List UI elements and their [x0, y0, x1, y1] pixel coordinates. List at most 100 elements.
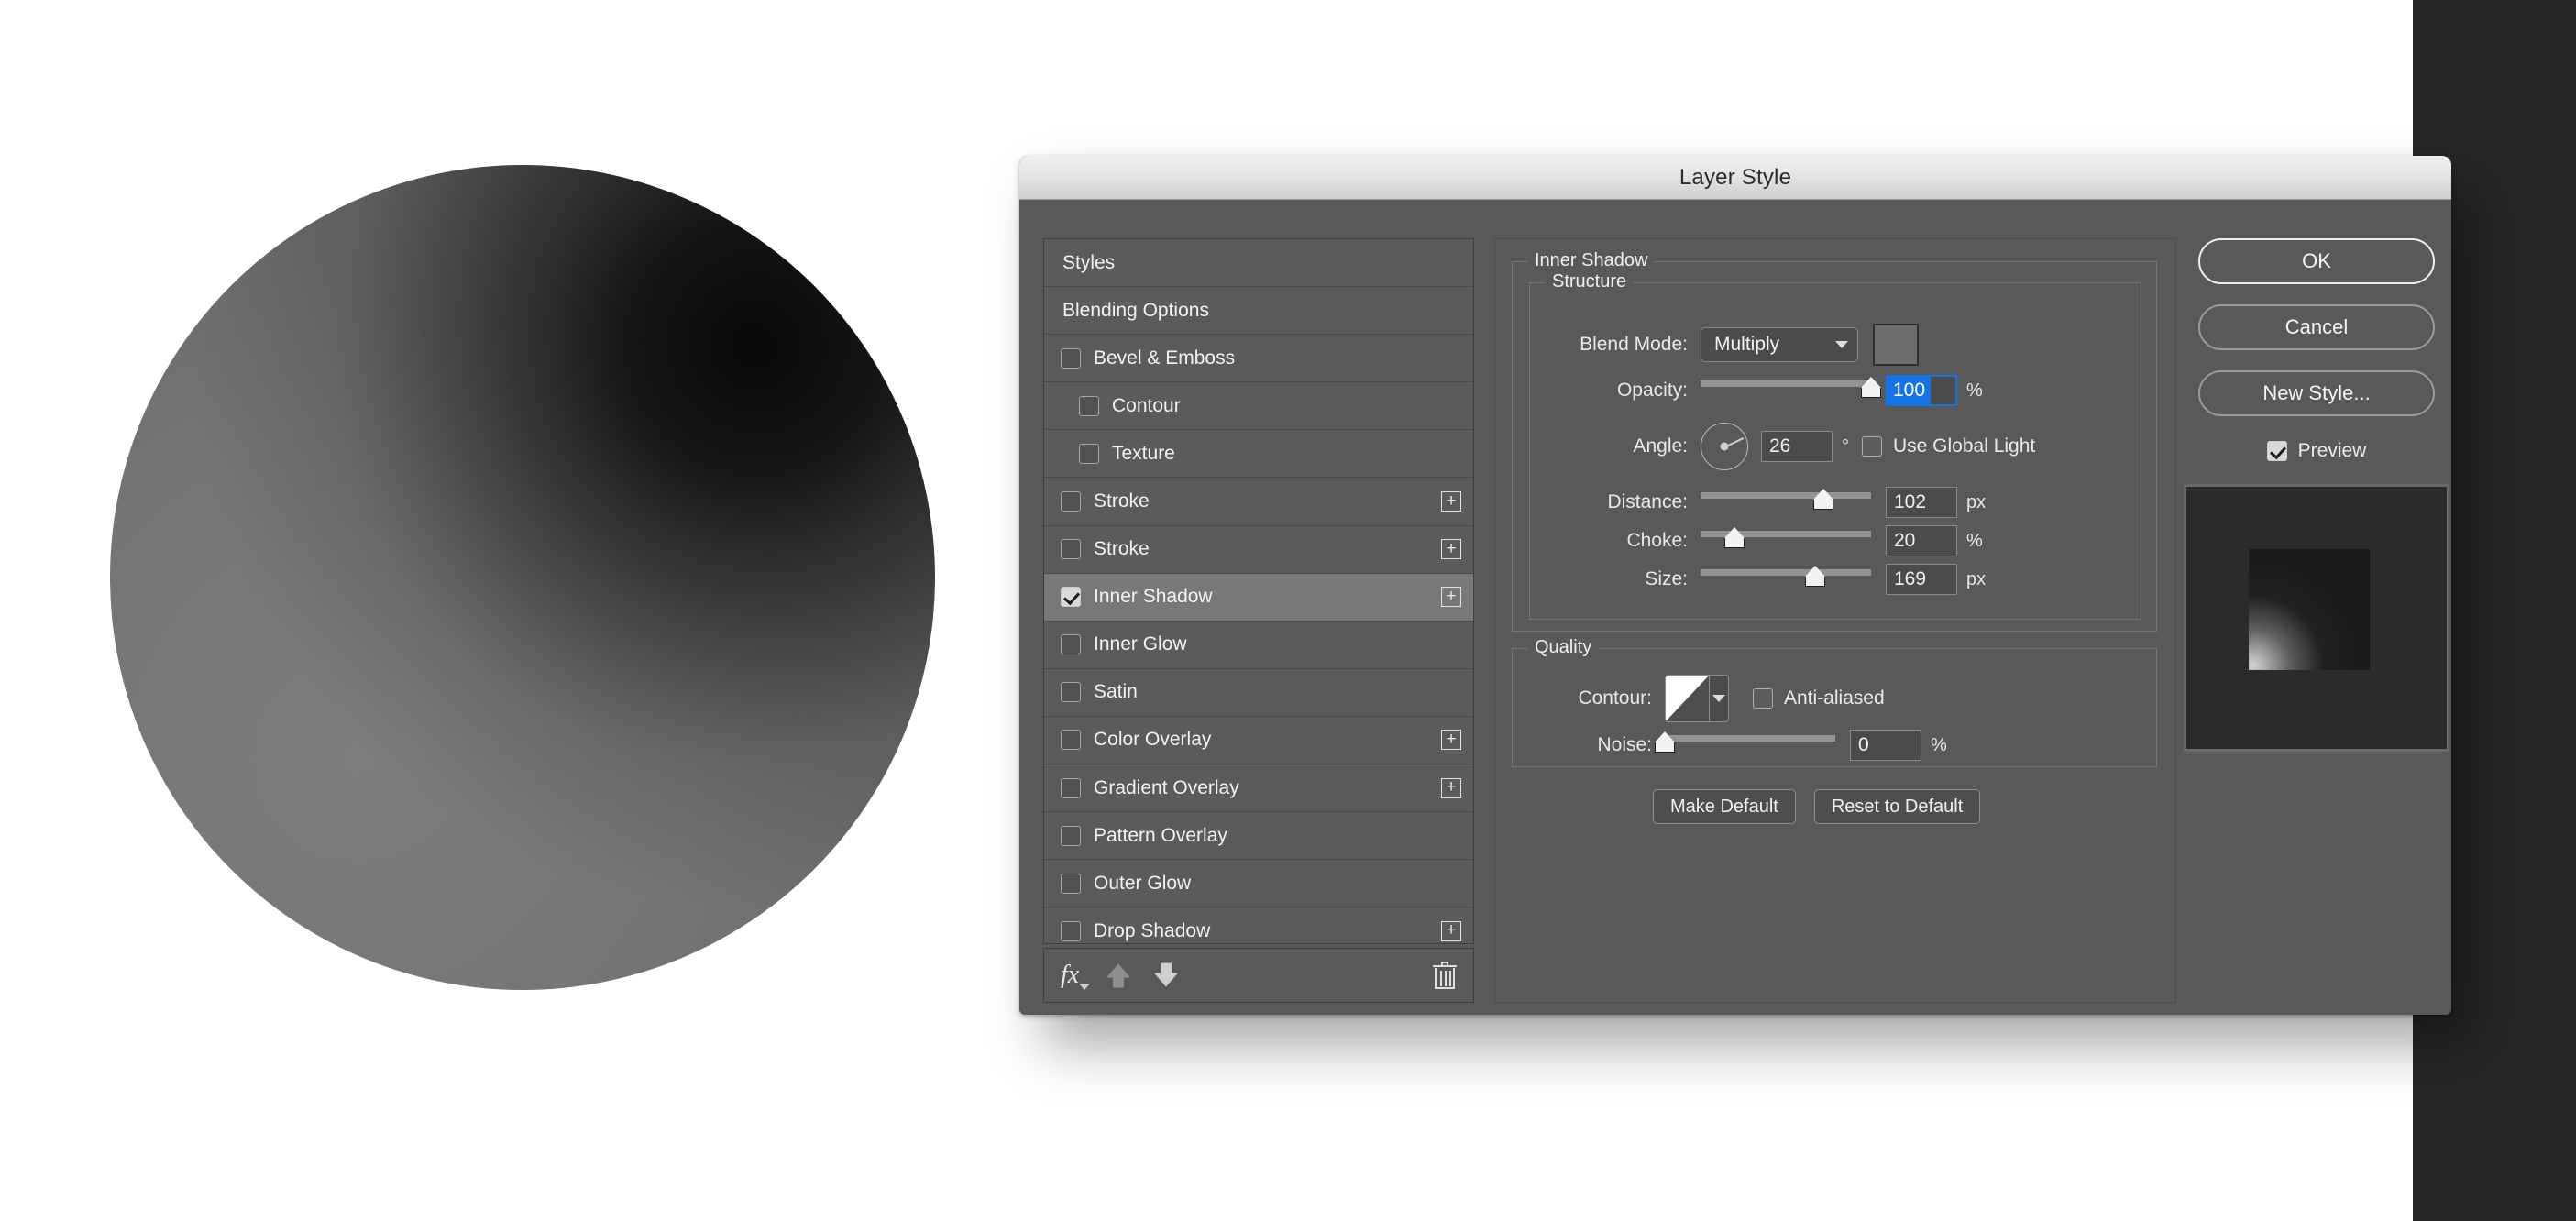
style-row-label: Drop Shadow — [1094, 919, 1211, 941]
settings-panel: Inner Shadow Structure Blend Mode: Multi… — [1494, 238, 2176, 1003]
style-row[interactable]: Styles — [1044, 239, 1473, 288]
choke-label: Choke: — [1626, 530, 1688, 551]
style-row[interactable]: Inner Shadow + — [1044, 573, 1473, 622]
trash-lid — [1433, 965, 1457, 967]
new-style-button[interactable]: New Style... — [2198, 370, 2435, 416]
contour-curve-swatch — [1666, 676, 1710, 721]
add-effect-button[interactable]: + — [1441, 491, 1461, 512]
layer-style-dialog: Layer Style Styles Blending Options Bevel … — [1019, 156, 2451, 1015]
choke-slider[interactable] — [1701, 525, 1871, 556]
size-label: Size: — [1645, 568, 1688, 589]
anti-aliased-checkbox[interactable] — [1753, 688, 1773, 709]
contour-picker[interactable] — [1665, 675, 1729, 722]
style-row-label: Bevel & Emboss — [1094, 346, 1236, 368]
style-row-label: Inner Shadow — [1094, 586, 1213, 608]
style-row[interactable]: Pattern Overlay — [1044, 812, 1473, 861]
reset-to-default-button[interactable]: Reset to Default — [1813, 789, 1981, 824]
fx-icon[interactable]: fx — [1061, 961, 1091, 990]
preview-checkbox[interactable] — [2266, 441, 2287, 461]
style-enable-checkbox[interactable] — [1061, 539, 1081, 560]
slider-track — [1701, 569, 1871, 576]
choke-input[interactable]: 20 — [1886, 525, 1957, 556]
add-effect-button[interactable]: + — [1441, 730, 1461, 751]
opacity-slider[interactable] — [1701, 375, 1881, 406]
style-enable-checkbox[interactable] — [1061, 634, 1081, 655]
inner-shadow-legend: Inner Shadow — [1527, 250, 1656, 271]
size-value: 169 — [1894, 568, 1927, 589]
dialog-title: Layer Style — [1679, 164, 1792, 190]
quality-legend: Quality — [1527, 637, 1600, 658]
noise-slider[interactable] — [1655, 730, 1835, 761]
style-enable-checkbox[interactable] — [1061, 587, 1081, 608]
contour-dropdown-button[interactable] — [1710, 676, 1728, 721]
use-global-light-checkbox[interactable] — [1862, 436, 1882, 456]
style-row[interactable]: Stroke + — [1044, 478, 1473, 526]
trash-bar — [1449, 971, 1451, 986]
ok-button[interactable]: OK — [2198, 238, 2435, 284]
style-row[interactable]: Bevel & Emboss — [1044, 335, 1473, 383]
anti-aliased-label: Anti-aliased — [1784, 688, 1885, 709]
delete-effect-button[interactable] — [1433, 962, 1457, 989]
add-effect-button[interactable]: + — [1441, 920, 1461, 941]
blend-mode-select[interactable]: Multiply — [1701, 327, 1858, 362]
dialog-titlebar[interactable]: Layer Style — [1019, 156, 2451, 200]
plus-icon: + — [1446, 586, 1457, 606]
size-slider[interactable] — [1701, 564, 1871, 595]
styles-list[interactable]: Styles Blending Options Bevel & Emboss Cont… — [1043, 238, 1474, 956]
noise-input[interactable]: 0 — [1850, 730, 1921, 761]
style-enable-checkbox[interactable] — [1061, 730, 1081, 751]
add-effect-button[interactable]: + — [1441, 538, 1461, 560]
style-row[interactable]: Gradient Overlay + — [1044, 764, 1473, 813]
use-global-light-label: Use Global Light — [1893, 435, 2036, 456]
style-enable-checkbox[interactable] — [1061, 920, 1081, 941]
noise-row: Noise: 0 % — [1513, 730, 2156, 761]
add-effect-button[interactable]: + — [1441, 777, 1461, 798]
style-enable-checkbox[interactable] — [1079, 443, 1099, 464]
style-row[interactable]: Satin — [1044, 669, 1473, 717]
style-enable-checkbox[interactable] — [1061, 825, 1081, 846]
style-enable-checkbox[interactable] — [1061, 491, 1081, 512]
chevron-down-icon — [1712, 695, 1725, 702]
distance-input[interactable]: 102 — [1886, 487, 1957, 518]
move-down-button[interactable] — [1150, 960, 1182, 991]
make-default-button[interactable]: Make Default — [1653, 789, 1796, 824]
move-up-button[interactable] — [1103, 960, 1134, 991]
arrow-up-icon — [1106, 963, 1131, 988]
cancel-button[interactable]: Cancel — [2198, 304, 2435, 350]
distance-slider[interactable] — [1701, 487, 1871, 518]
choke-row: Choke: 20 % — [1530, 525, 2141, 556]
add-effect-button[interactable]: + — [1441, 586, 1461, 608]
style-row-label: Styles — [1062, 251, 1116, 273]
style-enable-checkbox[interactable] — [1061, 873, 1081, 894]
style-row[interactable]: Texture — [1044, 430, 1473, 478]
size-input[interactable]: 169 — [1886, 564, 1957, 595]
style-row[interactable]: Contour — [1044, 382, 1473, 431]
angle-dial[interactable] — [1701, 423, 1748, 470]
style-row[interactable]: Stroke + — [1044, 526, 1473, 574]
style-enable-checkbox[interactable] — [1079, 395, 1099, 416]
size-row: Size: 169 px — [1530, 564, 2141, 595]
style-row[interactable]: Blending Options — [1044, 287, 1473, 336]
preview-toggle-row: Preview — [2198, 436, 2435, 466]
plus-icon: + — [1446, 538, 1457, 558]
opacity-input[interactable]: 100 — [1886, 375, 1957, 406]
style-enable-checkbox[interactable] — [1061, 347, 1081, 368]
style-row-label: Gradient Overlay — [1094, 776, 1239, 798]
plus-icon: + — [1446, 490, 1457, 511]
quality-group: Quality Contour: Anti-aliased Noise: 0 % — [1512, 637, 2157, 767]
style-enable-checkbox[interactable] — [1061, 777, 1081, 798]
preview-shape — [2249, 549, 2370, 670]
distance-value: 102 — [1894, 491, 1927, 512]
shadow-color-swatch[interactable] — [1873, 324, 1919, 366]
chevron-down-icon — [1079, 984, 1091, 990]
opacity-label: Opacity: — [1616, 380, 1688, 401]
style-row-label: Blending Options — [1062, 299, 1209, 321]
distance-row: Distance: 102 px — [1530, 487, 2141, 518]
style-row[interactable]: Inner Glow — [1044, 622, 1473, 669]
style-row[interactable]: Outer Glow — [1044, 860, 1473, 908]
style-enable-checkbox[interactable] — [1061, 682, 1081, 703]
angle-input[interactable]: 26 — [1761, 431, 1833, 462]
structure-group: Structure Blend Mode: Multiply Opacity: … — [1529, 271, 2141, 620]
fx-label: fx — [1061, 961, 1080, 989]
style-row[interactable]: Color Overlay + — [1044, 717, 1473, 765]
